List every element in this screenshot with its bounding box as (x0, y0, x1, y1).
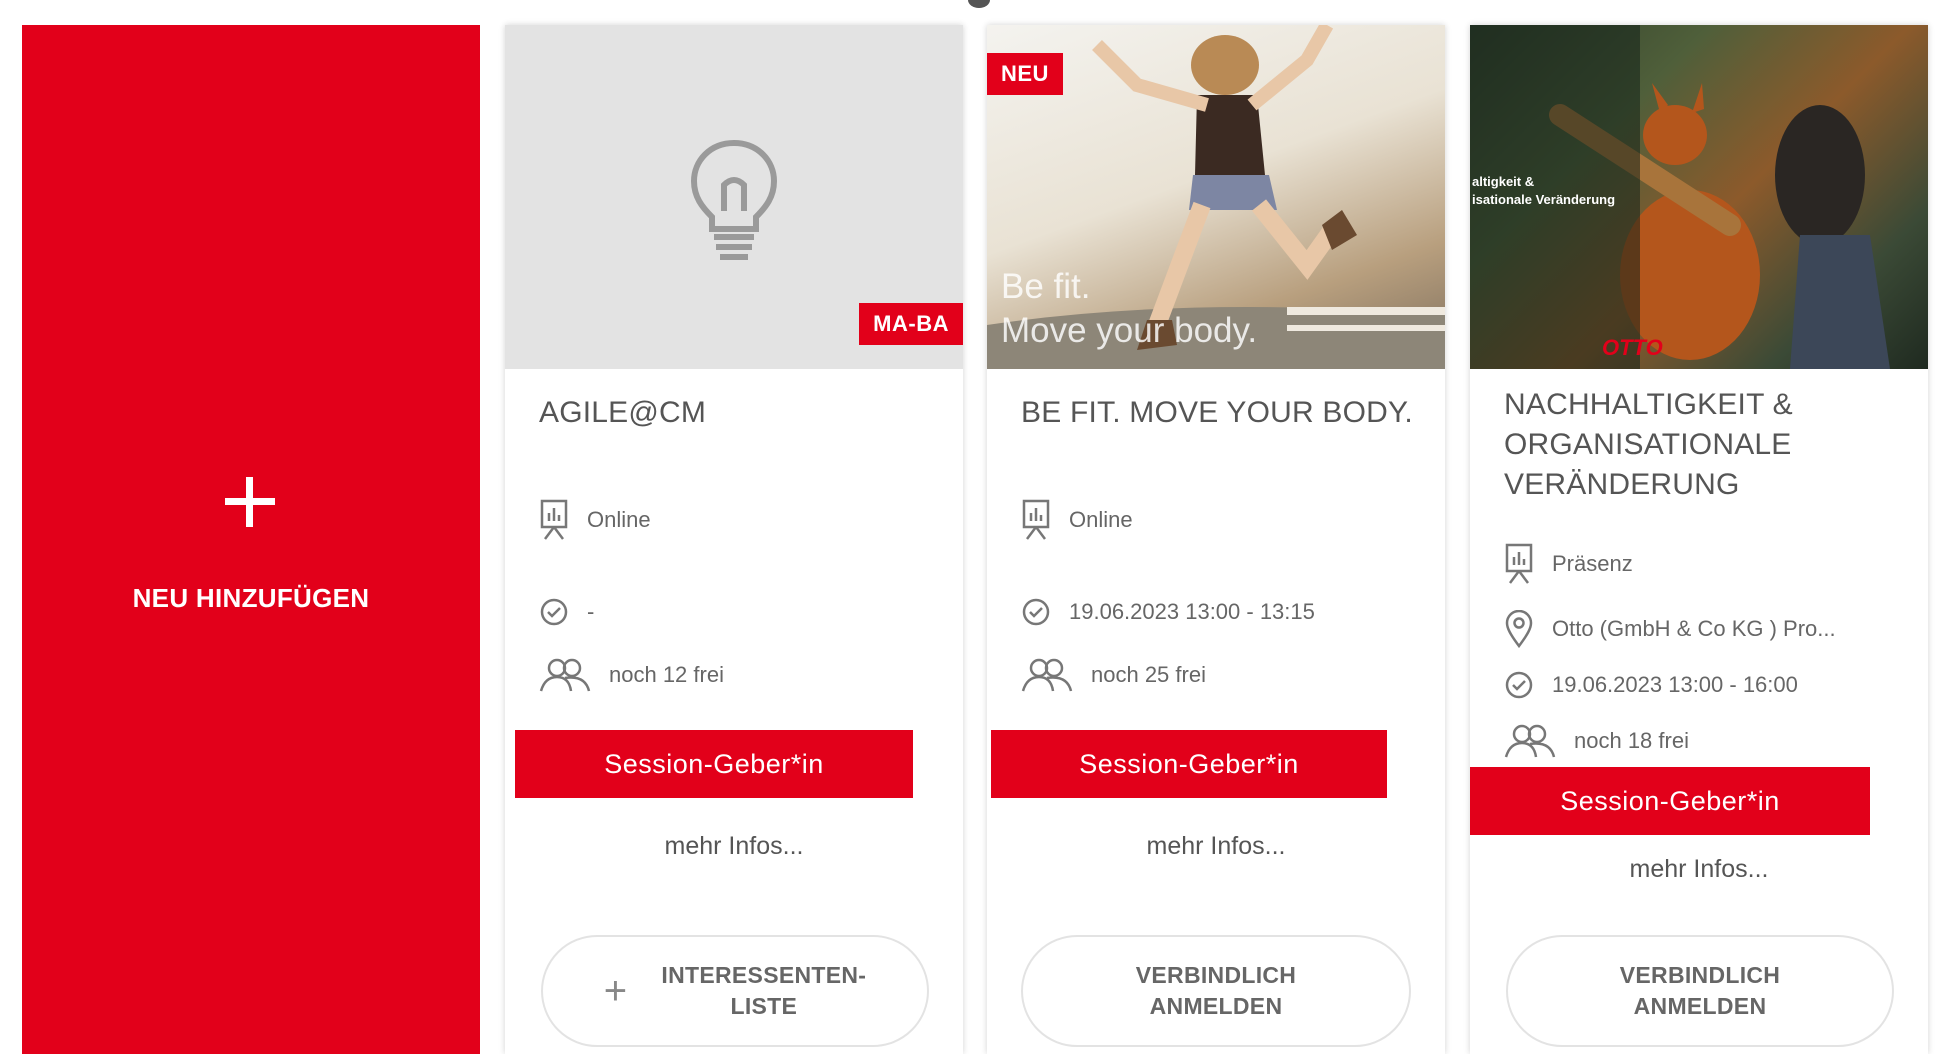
time-text: 19.06.2023 13:00 - 13:15 (1069, 599, 1315, 624)
register-label: VERBINDLICH ANMELDEN (1135, 962, 1297, 1019)
add-new-card[interactable]: NEU HINZUFÜGEN (22, 25, 480, 1054)
plus-icon: + (603, 968, 628, 1013)
seats-text: noch 25 frei (1091, 662, 1206, 687)
session-card: MA-BA AGILE@CM Online - noch 12 frei Ses… (505, 25, 963, 1054)
interest-list-button[interactable]: + INTERESSENTEN- LISTE (541, 935, 929, 1047)
image-caption-line-2: Move your body. (1001, 311, 1258, 350)
clock-check-icon (1505, 671, 1533, 699)
more-info-link[interactable]: mehr Infos... (1470, 855, 1928, 884)
time-row: 19.06.2023 13:00 - 13:15 (1021, 597, 1315, 627)
otto-logo: OTTO (1602, 335, 1663, 360)
seats-row: noch 25 frei (1021, 657, 1206, 693)
more-info-link[interactable]: mehr Infos... (505, 832, 963, 861)
format-row: Online (1021, 499, 1133, 541)
interest-list-label: INTERESSENTEN- LISTE (661, 962, 867, 1019)
seats-row: noch 12 frei (539, 657, 724, 693)
card-image-sustainability: altigkeit & isationale Veränderung OTTO (1470, 25, 1928, 369)
format-text: Präsenz (1552, 551, 1633, 576)
card-title: AGILE@CM (539, 396, 707, 429)
presentation-board-icon (540, 499, 568, 540)
image-caption-line-1: Be fit. (1001, 267, 1091, 306)
register-label: VERBINDLICH ANMELDEN (1619, 962, 1781, 1019)
session-card: NEU Be fit. Move your body. BE FIT. MOVE… (987, 25, 1445, 1054)
more-info-link[interactable]: mehr Infos... (987, 832, 1445, 861)
time-text: 19.06.2023 13:00 - 16:00 (1552, 672, 1798, 697)
add-new-label: NEU HINZUFÜGEN (132, 583, 370, 613)
card-title: BE FIT. MOVE YOUR BODY. (1021, 396, 1413, 429)
seats-row: noch 18 frei (1504, 723, 1689, 759)
format-row: Online (539, 499, 651, 541)
register-button[interactable]: VERBINDLICH ANMELDEN (1506, 935, 1894, 1047)
clock-check-icon (540, 598, 568, 626)
category-badge: MA-BA (859, 303, 963, 345)
location-pin-icon (1505, 610, 1533, 648)
time-text: - (587, 599, 595, 624)
time-row: 19.06.2023 13:00 - 16:00 (1504, 670, 1798, 700)
card-image-fitness: NEU Be fit. Move your body. (987, 25, 1445, 369)
people-icon (1504, 724, 1556, 758)
image-caption: altigkeit & isationale Veränderung (1472, 174, 1616, 207)
presentation-board-icon (1022, 499, 1050, 540)
seats-text: noch 18 frei (1574, 728, 1689, 753)
people-icon (539, 658, 591, 692)
location-text: Otto (GmbH & Co KG ) Pro... (1552, 616, 1836, 641)
session-card: altigkeit & isationale Veränderung OTTO … (1470, 25, 1928, 1054)
card-image-placeholder: MA-BA (505, 25, 963, 369)
people-icon (1021, 658, 1073, 692)
location-row: Otto (GmbH & Co KG ) Pro... (1504, 610, 1836, 648)
new-badge: NEU (987, 53, 1063, 95)
time-row: - (539, 597, 594, 627)
format-row: Präsenz (1504, 543, 1633, 585)
scroll-indicator (968, 0, 990, 8)
session-giver-button[interactable]: Session-Geber*in (991, 730, 1387, 798)
clock-check-icon (1022, 598, 1050, 626)
register-button[interactable]: VERBINDLICH ANMELDEN (1021, 935, 1411, 1047)
format-text: Online (1069, 507, 1133, 532)
session-giver-button[interactable]: Session-Geber*in (515, 730, 913, 798)
plus-icon (225, 477, 275, 527)
lightbulb-icon (690, 139, 778, 260)
presentation-board-icon (1505, 543, 1533, 584)
session-giver-button[interactable]: Session-Geber*in (1470, 767, 1870, 835)
format-text: Online (587, 507, 651, 532)
seats-text: noch 12 frei (609, 662, 724, 687)
card-title: NACHHALTIGKEIT & ORGANISATIONALE VERÄNDE… (1504, 388, 1793, 501)
